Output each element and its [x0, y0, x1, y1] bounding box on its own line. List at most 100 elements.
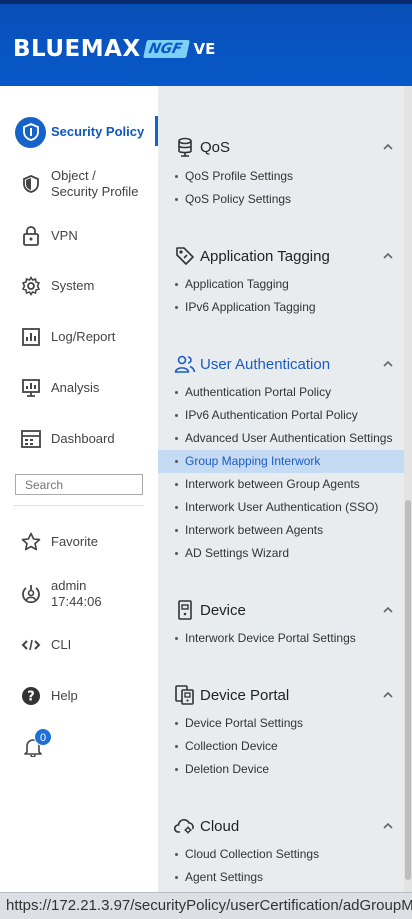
section-title: QoS [200, 138, 231, 156]
menu-item-label: Interwork between Group Agents [185, 477, 360, 491]
chevron-up-icon[interactable] [382, 358, 394, 370]
menu-item-qos-policy-settings[interactable]: QoS Policy Settings [158, 188, 404, 211]
sidebar-item-favorite[interactable]: Favorite [0, 520, 158, 564]
dashboard-icon [18, 426, 44, 452]
sidebar-item-label: Object / Security Profile [51, 168, 138, 200]
chevron-up-icon[interactable] [382, 689, 394, 701]
bullet [175, 306, 178, 309]
sidebar-divider [14, 505, 144, 506]
sidebar-item-label: VPN [51, 228, 78, 243]
panel-scrollbar-thumb[interactable] [405, 500, 411, 880]
sidebar-item-object-security-profile[interactable]: Object / Security Profile [0, 162, 158, 206]
logo-main-text: BLUEMAX [13, 36, 141, 62]
bluemax-logo[interactable]: BLUEMAX NGF VE [13, 36, 215, 62]
sidebar-item-log-report[interactable]: Log/Report [0, 315, 158, 359]
sidebar-item-vpn[interactable]: VPN [0, 214, 158, 258]
section-header-application-tagging[interactable]: Application Tagging [158, 241, 404, 271]
bullet [175, 414, 178, 417]
section-header-user-authentication[interactable]: User Authentication [158, 349, 404, 379]
bullet [175, 722, 178, 725]
chevron-up-icon[interactable] [382, 604, 394, 616]
logo-ngf-text: NGF [142, 40, 190, 58]
menu-item-group-mapping-interwork[interactable]: Group Mapping Interwork [158, 450, 404, 473]
logo-ve-text: VE [193, 40, 216, 58]
menu-item-label: Authentication Portal Policy [185, 385, 332, 399]
device-icon [174, 599, 196, 621]
section-header-device[interactable]: Device [158, 595, 404, 625]
bullet [175, 483, 178, 486]
section-title: Cloud [200, 817, 240, 835]
sidebar-item-admin[interactable]: admin 17:44:06 [0, 572, 158, 616]
menu-item-label: Application Tagging [185, 277, 289, 291]
label-line-2: Security Profile [51, 184, 139, 199]
menu-item-device-portal-settings[interactable]: Device Portal Settings [158, 712, 404, 735]
menu-item-cloud-collection-settings[interactable]: Cloud Collection Settings [158, 843, 404, 866]
lock-icon [18, 223, 44, 249]
search-input[interactable] [15, 474, 143, 495]
menu-item-label: Cloud Collection Settings [185, 847, 320, 861]
bullet [175, 876, 178, 879]
menu-item-qos-profile-settings[interactable]: QoS Profile Settings [158, 165, 404, 188]
menu-item-application-tagging[interactable]: Application Tagging [158, 273, 404, 296]
section-header-qos[interactable]: QoS [158, 132, 404, 162]
sidebar-item-security-policy[interactable]: Security Policy [0, 110, 158, 154]
menu-item-authentication-portal-policy[interactable]: Authentication Portal Policy [158, 381, 404, 404]
sidebar-item-label: Security Policy [51, 124, 145, 139]
star-icon [18, 529, 44, 555]
bullet [175, 552, 178, 555]
svg-text:?: ? [27, 690, 35, 705]
gear-icon [18, 273, 44, 299]
menu-item-ipv6-authentication-portal-policy[interactable]: IPv6 Authentication Portal Policy [158, 404, 404, 427]
menu-item-label: QoS Profile Settings [185, 169, 294, 183]
menu-item-label: Interwork between Agents [185, 523, 324, 537]
sidebar-item-help[interactable]: ? Help [0, 674, 158, 718]
devices-icon [174, 684, 196, 706]
chevron-up-icon[interactable] [382, 250, 394, 262]
menu-item-label: Deletion Device [185, 762, 270, 776]
menu-item-deletion-device[interactable]: Deletion Device [158, 758, 404, 781]
menu-item-agent-settings[interactable]: Agent Settings [158, 866, 404, 889]
sidebar-item-label: Help [51, 688, 78, 703]
section-header-device-portal[interactable]: Device Portal [158, 680, 404, 710]
bell-icon: 0 [20, 728, 52, 760]
menu-item-label: Agent Settings [185, 870, 264, 884]
user-power-icon [18, 581, 44, 607]
sidebar-item-analysis[interactable]: Analysis [0, 366, 158, 410]
sidebar-item-notifications[interactable]: 0 [0, 725, 158, 769]
sidebar-item-system[interactable]: System [0, 264, 158, 308]
bullet [175, 768, 178, 771]
menu-item-ad-settings-wizard[interactable]: AD Settings Wizard [158, 542, 404, 565]
menu-item-advanced-user-authentication-settings[interactable]: Advanced User Authentication Settings [158, 427, 404, 450]
menu-item-label: IPv6 Application Tagging [185, 300, 316, 314]
menu-item-ipv6-application-tagging[interactable]: IPv6 Application Tagging [158, 296, 404, 319]
menu-item-interwork-between-group-agents[interactable]: Interwork between Group Agents [158, 473, 404, 496]
sidebar-item-label: admin 17:44:06 [51, 578, 102, 610]
bullet [175, 198, 178, 201]
bullet [175, 506, 178, 509]
menu-item-interwork-device-portal-settings[interactable]: Interwork Device Portal Settings [158, 627, 404, 650]
menu-item-interwork-between-agents[interactable]: Interwork between Agents [158, 519, 404, 542]
sidebar-item-cli[interactable]: CLI [0, 623, 158, 667]
chevron-up-icon[interactable] [382, 820, 394, 832]
menu-item-label: Device Portal Settings [185, 716, 304, 730]
database-icon [174, 136, 196, 158]
sidebar: Security Policy Object / Security Profil… [0, 86, 158, 919]
menu-item-label: Interwork Device Portal Settings [185, 631, 356, 645]
notification-badge: 0 [34, 728, 52, 746]
sidebar-item-dashboard[interactable]: Dashboard [0, 417, 158, 461]
bullet [175, 853, 178, 856]
menu-item-collection-device[interactable]: Collection Device [158, 735, 404, 758]
menu-item-interwork-user-authentication-sso[interactable]: Interwork User Authentication (SSO) [158, 496, 404, 519]
analysis-icon [18, 375, 44, 401]
section-header-cloud[interactable]: Cloud [158, 811, 404, 841]
menu-item-label: IPv6 Authentication Portal Policy [185, 408, 358, 422]
sidebar-item-label: Dashboard [51, 431, 115, 446]
login-time: 17:44:06 [51, 594, 102, 609]
browser-status-url: https://172.21.3.97/securityPolicy/userC… [0, 892, 412, 919]
bullet [175, 437, 178, 440]
user-name: admin [51, 578, 87, 593]
menu-item-label: Interwork User Authentication (SSO) [185, 500, 379, 514]
section-title: User Authentication [200, 355, 331, 373]
chevron-up-icon[interactable] [382, 141, 394, 153]
menu-item-label: AD Settings Wizard [185, 546, 290, 560]
